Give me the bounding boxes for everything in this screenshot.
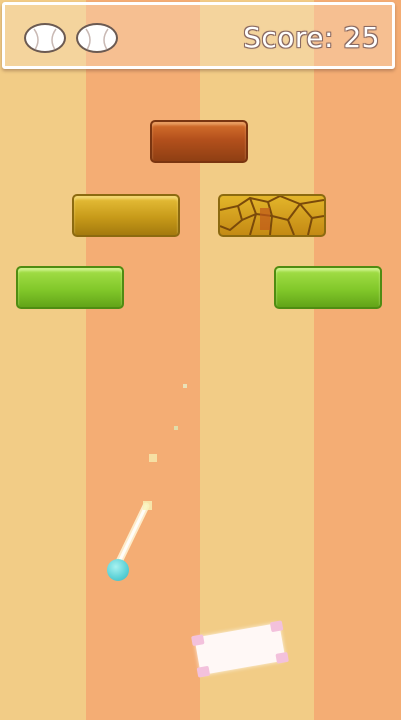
paddle-corner: [275, 651, 289, 664]
paddle-corner: [191, 634, 205, 647]
paddle-corner: [269, 620, 284, 633]
trail-particle: [143, 501, 152, 510]
trail-particle: [183, 384, 187, 388]
paddle-corner: [196, 665, 211, 678]
trail-particle: [149, 454, 157, 462]
ball: [107, 559, 129, 581]
ball-trail: [112, 384, 187, 572]
trail-particle: [174, 426, 178, 430]
game-stage[interactable]: Score: 25: [0, 0, 401, 720]
